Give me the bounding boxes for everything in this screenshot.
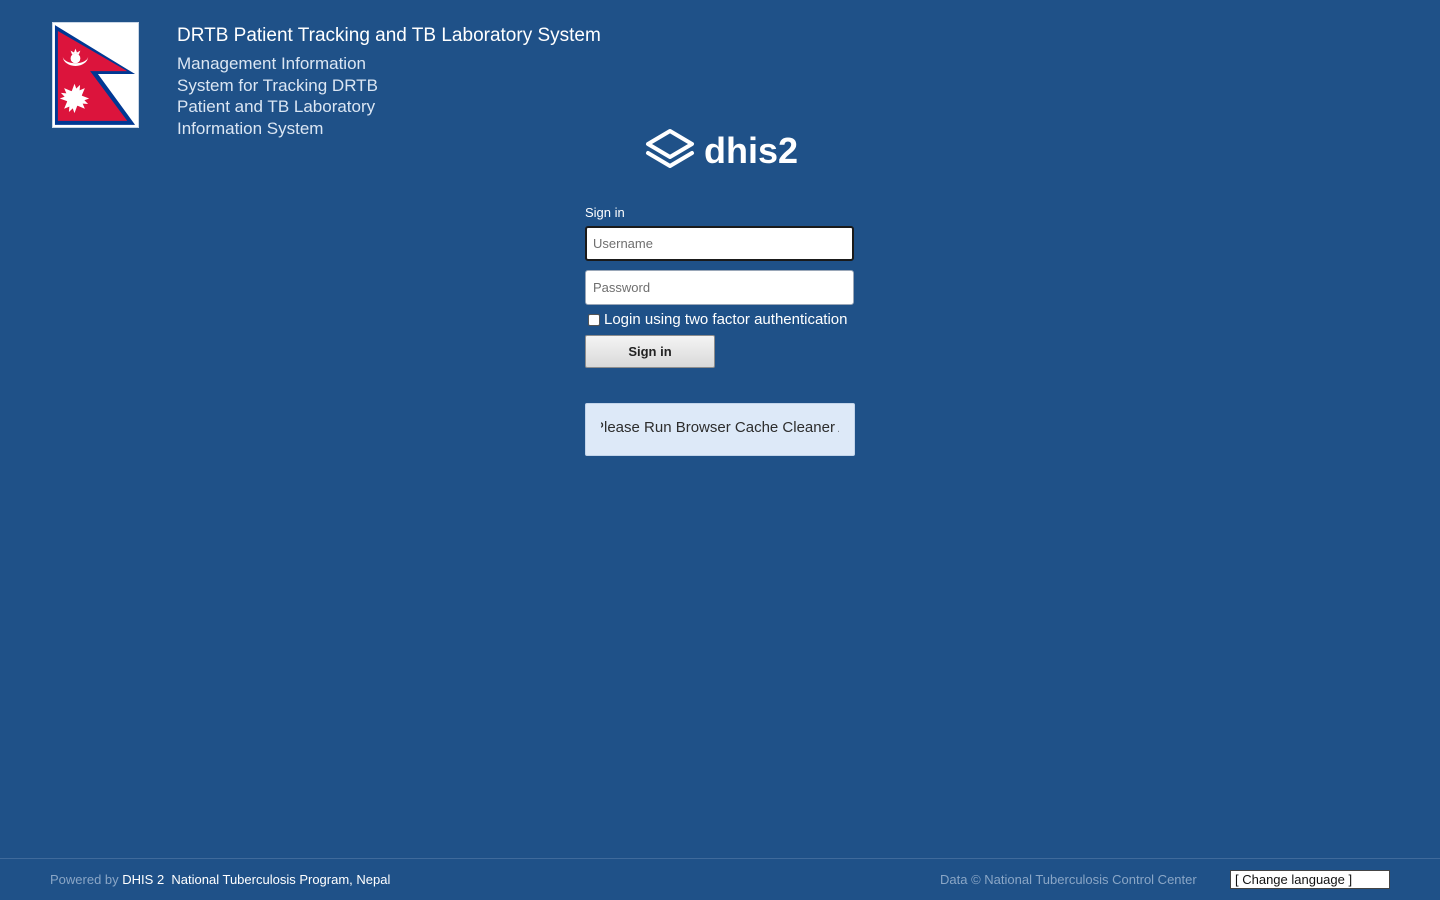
dhis2-wordmark: dhis2 [704, 130, 799, 171]
password-input[interactable] [585, 270, 854, 305]
notice-marquee-text: Please Run Browser Cache Cleaner App [601, 419, 839, 436]
two-factor-option[interactable]: Login using two factor authentication [588, 311, 848, 328]
nepal-flag-logo [52, 22, 139, 128]
dhis2-logo: dhis2 [645, 128, 799, 174]
language-select[interactable]: [ Change language ] [1230, 870, 1390, 889]
footer-divider [0, 858, 1440, 859]
dhis2-link[interactable]: DHIS 2 [122, 872, 164, 887]
program-link[interactable]: National Tuberculosis Program, Nepal [171, 872, 390, 887]
powered-by-label: Powered by [50, 872, 119, 887]
notice-banner: Please Run Browser Cache Cleaner App [585, 403, 855, 456]
two-factor-checkbox[interactable] [588, 313, 600, 326]
signin-heading: Sign in [585, 205, 625, 220]
username-input[interactable] [585, 226, 854, 261]
footer-copyright: Data © National Tuberculosis Control Cen… [940, 872, 1197, 887]
flag-icon [54, 25, 136, 125]
two-factor-label: Login using two factor authentication [604, 311, 848, 328]
system-description: Management Information System for Tracki… [177, 54, 378, 138]
dhis2-layers-icon [646, 129, 694, 168]
system-title: DRTB Patient Tracking and TB Laboratory … [177, 25, 601, 46]
language-select-value: [ Change language ] [1235, 872, 1353, 887]
signin-button[interactable]: Sign in [585, 335, 715, 368]
footer-powered-by: Powered by DHIS 2 National Tuberculosis … [50, 872, 390, 887]
